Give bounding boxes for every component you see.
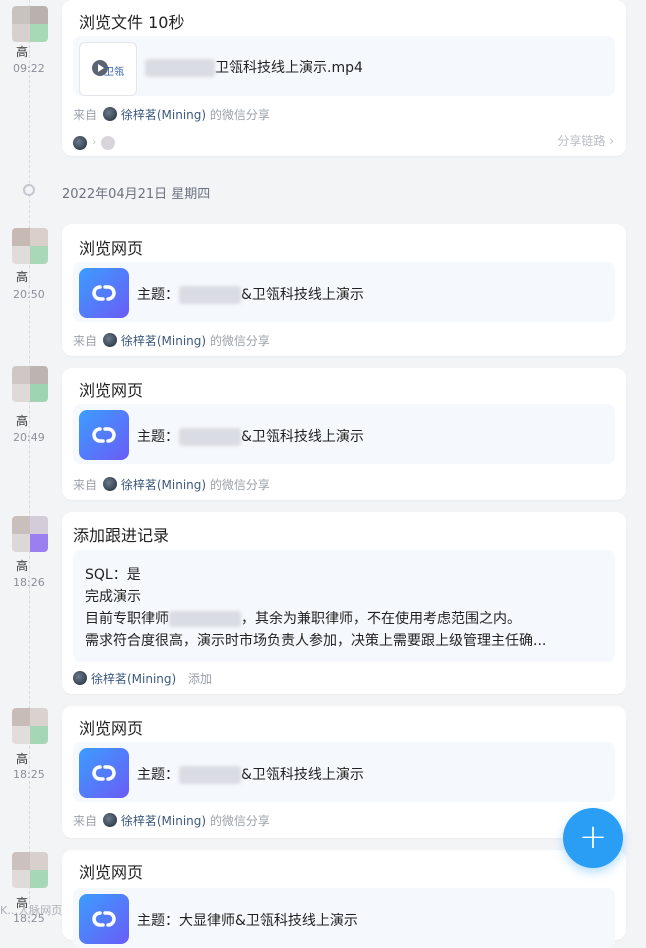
video-thumbnail: 卫瓴	[79, 42, 137, 96]
author-link[interactable]: 徐梓茗(Mining)	[91, 672, 176, 686]
note-line: 需求符合度很高，演示时市场负责人参加，决策上需要跟上级管理主任确...	[85, 633, 547, 649]
event-time: 18:26	[13, 576, 45, 589]
redacted-text	[179, 286, 241, 304]
avatar[interactable]	[12, 516, 48, 552]
event-time: 09:22	[13, 62, 45, 75]
page-subject: 主题： &卫瓴科技线上演示	[137, 286, 364, 304]
share-chain-link[interactable]: 分享链路 ›	[557, 132, 614, 149]
file-name: 卫瓴科技线上演示.mp4	[145, 57, 363, 77]
user-avatar-icon	[102, 813, 117, 827]
page-subject: 主题： &卫瓴科技线上演示	[137, 766, 364, 784]
web-browse-card[interactable]: 浏览网页 主题：大显律师&卫瓴科技线上演示	[62, 850, 626, 948]
web-page-link[interactable]: 主题：大显律师&卫瓴科技线上演示	[73, 888, 615, 948]
contact-name: 高	[16, 414, 29, 428]
avatar[interactable]	[12, 708, 48, 744]
add-record-button[interactable]: +	[563, 808, 623, 868]
timeline-line	[29, 0, 30, 924]
user-avatar-icon	[101, 135, 116, 150]
avatar[interactable]	[12, 6, 48, 42]
user-avatar-icon	[102, 333, 117, 347]
web-page-link[interactable]: 主题： &卫瓴科技线上演示	[73, 742, 615, 802]
user-avatar-icon	[73, 135, 87, 150]
card-title: 浏览网页	[79, 719, 144, 738]
web-browse-card[interactable]: 浏览网页 主题： &卫瓴科技线上演示 来自 徐梓茗(Mining) 的微信分享	[62, 368, 626, 500]
link-app-icon	[79, 410, 129, 460]
contact-name: 高	[16, 752, 29, 766]
date-marker-icon	[23, 184, 35, 196]
source-user-link[interactable]: 徐梓茗(Mining)	[121, 108, 206, 122]
page-subject: 主题： &卫瓴科技线上演示	[137, 428, 364, 446]
source-user-link[interactable]: 徐梓茗(Mining)	[121, 334, 206, 348]
card-title: 浏览文件 10秒	[79, 13, 185, 32]
event-time: 20:49	[13, 431, 45, 444]
file-browse-card[interactable]: 浏览文件 10秒 卫瓴 卫瓴科技线上演示.mp4 来自 徐梓茗(Mining) …	[62, 0, 626, 156]
event-time: 18:25	[13, 768, 45, 781]
watermark: K…人脉网页	[0, 904, 63, 917]
link-app-icon	[79, 268, 129, 318]
chevron-right-icon: ›	[92, 137, 97, 148]
note-line: 完成演示	[85, 589, 141, 605]
source-user-link[interactable]: 徐梓茗(Mining)	[121, 814, 206, 828]
web-browse-card[interactable]: 浏览网页 主题： &卫瓴科技线上演示 来自 徐梓茗(Mining) 的微信分享	[62, 706, 626, 838]
redacted-text	[145, 59, 215, 77]
redacted-text	[179, 428, 241, 446]
web-browse-card[interactable]: 浏览网页 主题： &卫瓴科技线上演示 来自 徐梓茗(Mining) 的微信分享	[62, 224, 626, 356]
share-source: 来自 徐梓茗(Mining) 的微信分享	[73, 477, 270, 492]
link-app-icon	[79, 894, 129, 944]
link-app-icon	[79, 748, 129, 798]
avatar[interactable]	[12, 228, 48, 264]
contact-name: 高	[16, 270, 29, 284]
source-user-link[interactable]: 徐梓茗(Mining)	[121, 478, 206, 492]
file-attachment[interactable]: 卫瓴 卫瓴科技线上演示.mp4	[73, 36, 615, 96]
share-source: 来自 徐梓茗(Mining) 的微信分享	[73, 333, 270, 348]
avatar[interactable]	[12, 852, 48, 888]
page-subject: 主题：大显律师&卫瓴科技线上演示	[137, 913, 358, 929]
card-title: 浏览网页	[79, 239, 144, 258]
card-title: 添加跟进记录	[73, 526, 170, 545]
thumbnail-label: 卫瓴	[104, 67, 124, 78]
web-page-link[interactable]: 主题： &卫瓴科技线上演示	[73, 262, 615, 322]
avatar[interactable]	[12, 366, 48, 402]
redacted-text	[169, 611, 241, 627]
record-author: 徐梓茗(Mining) 添加	[73, 670, 212, 687]
followup-record-card[interactable]: 添加跟进记录 SQL：是 完成演示 目前专职律师 ，其余为兼职律师，不在使用考虑范…	[62, 512, 626, 694]
event-time: 20:50	[13, 288, 45, 301]
followup-note[interactable]: SQL：是 完成演示 目前专职律师 ，其余为兼职律师，不在使用考虑范围之内。 需求…	[73, 550, 615, 662]
note-line: 目前专职律师 ，其余为兼职律师，不在使用考虑范围之内。	[85, 611, 521, 627]
user-avatar-icon	[102, 477, 117, 491]
card-title: 浏览网页	[79, 381, 144, 400]
share-chain-avatars[interactable]: ›	[73, 132, 116, 151]
redacted-text	[179, 766, 241, 784]
contact-name: 高	[16, 45, 29, 59]
user-avatar-icon	[73, 671, 87, 685]
web-page-link[interactable]: 主题： &卫瓴科技线上演示	[73, 404, 615, 464]
share-source: 来自 徐梓茗(Mining) 的微信分享	[73, 813, 270, 828]
date-divider: 2022年04月21日 星期四	[62, 187, 211, 202]
card-title: 浏览网页	[79, 863, 144, 882]
contact-name: 高	[16, 559, 29, 573]
share-source: 来自 徐梓茗(Mining) 的微信分享	[73, 107, 270, 122]
note-line: SQL：是	[85, 567, 141, 583]
user-avatar-icon	[102, 107, 117, 121]
